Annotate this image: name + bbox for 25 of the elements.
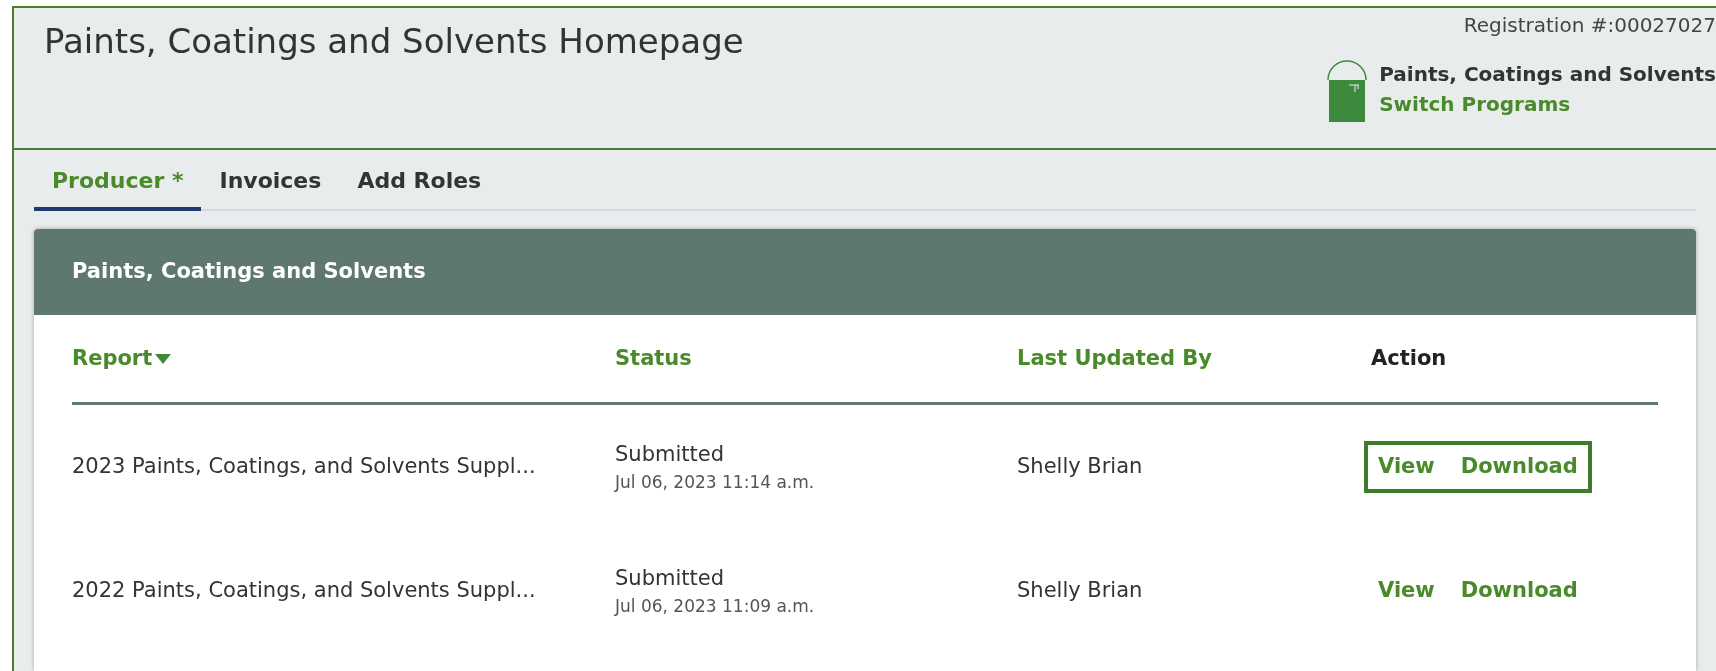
tab[interactable]: Add Roles — [339, 164, 500, 211]
column-header[interactable]: Report — [72, 342, 615, 375]
action-link[interactable]: View — [1378, 575, 1435, 607]
registration-number: Registration #:00027027 — [1463, 12, 1716, 39]
status-text: Submitted — [615, 564, 725, 592]
action-link[interactable]: View — [1378, 451, 1435, 483]
action-link[interactable]: Download — [1460, 575, 1578, 607]
column-header: Status — [615, 344, 693, 372]
updated-by: Shelly Brian — [1017, 577, 1144, 605]
status-date: Jul 06, 2023 11:14 a.m. — [615, 471, 816, 494]
switch-programs-link[interactable]: Switch Programs — [1379, 89, 1716, 119]
program-name: Paints, Coatings and Solvents — [1379, 61, 1716, 88]
card-title: Paints, Coatings and Solvents — [72, 258, 426, 286]
updated-by: Shelly Brian — [1017, 453, 1144, 481]
status-text: Submitted — [615, 440, 725, 468]
status-date: Jul 06, 2023 11:09 a.m. — [615, 595, 816, 618]
report-name: 2023 Paints, Coatings, and Solvents Suppl... — [72, 453, 537, 481]
page-title: Paints, Coatings and Solvents Homepage — [44, 20, 744, 63]
tab[interactable]: Invoices — [201, 164, 340, 211]
action-link[interactable]: Download — [1460, 451, 1578, 483]
column-header: Action — [1370, 344, 1448, 372]
report-name: 2022 Paints, Coatings, and Solvents Suppl... — [72, 577, 537, 605]
tab[interactable]: Producer * — [34, 164, 202, 211]
sort-down-icon — [155, 353, 172, 364]
column-header: Last Updated By — [1017, 344, 1213, 372]
